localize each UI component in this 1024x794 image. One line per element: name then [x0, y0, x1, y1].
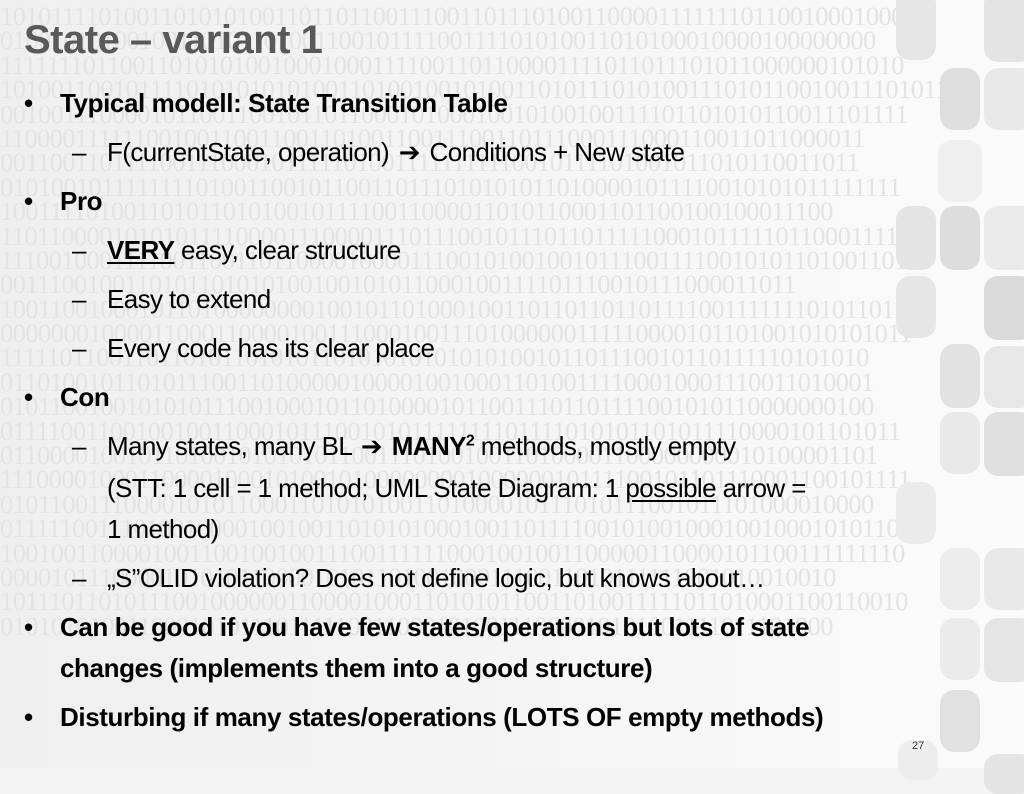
emphasis-text: MANY — [391, 431, 467, 461]
binary-watermark-line: 1001111010011010110101001011110011000011… — [0, 196, 833, 227]
sub-bullet-text: 1 method) — [107, 514, 219, 544]
bullet-text: changes (implements them into a good str… — [60, 653, 653, 683]
sub-bullet-item: – Many states, many BL ➔ MANY2 methods, m… — [72, 431, 736, 462]
right-arrow-icon: ➔ — [398, 137, 421, 167]
bullet-marker: • — [24, 612, 33, 642]
sub-bullet-continuation: (STT: 1 cell = 1 method; UML State Diagr… — [107, 473, 806, 504]
sub-bullet-item: – „S”OLID violation? Does not define logi… — [72, 563, 765, 594]
sub-bullet-item: – VERY easy, clear structure — [72, 235, 401, 266]
underlined-text: possible — [625, 473, 716, 503]
bullet-marker: • — [24, 702, 33, 732]
dash-marker: – — [72, 235, 86, 265]
dash-marker: – — [72, 431, 86, 461]
emphasis-text: VERY — [107, 235, 175, 265]
bullet-continuation: changes (implements them into a good str… — [60, 653, 653, 684]
bullet-marker: • — [24, 88, 33, 118]
sub-bullet-text: Every code has its clear place — [107, 333, 435, 363]
page-number: 27 — [912, 740, 925, 752]
bullet-item-pro: • Pro — [24, 186, 103, 217]
sub-bullet-text: Many states, many BL — [107, 431, 352, 461]
dash-marker: – — [72, 137, 86, 167]
bullet-text: Can be good if you have few states/opera… — [60, 612, 810, 642]
binary-watermark-line: 0101100100101010111001000101101000010110… — [0, 391, 874, 422]
bullet-text: Con — [60, 382, 110, 412]
sub-bullet-text: F(currentState, operation) — [107, 137, 390, 167]
dash-marker: – — [72, 563, 86, 593]
sub-bullet-continuation: 1 method) — [107, 514, 219, 545]
sub-bullet-text: „S”OLID violation? Does not define logic… — [107, 563, 765, 593]
bullet-text: Typical modell: State Transition Table — [60, 88, 508, 118]
superscript: 2 — [465, 432, 475, 450]
sub-bullet-text: easy, clear structure — [174, 235, 401, 265]
bullet-item: • Typical modell: State Transition Table — [24, 88, 508, 119]
bullet-item: • Can be good if you have few states/oper… — [24, 612, 810, 643]
sub-bullet-item: – Easy to extend — [72, 284, 271, 315]
sub-bullet-text: Conditions + New state — [429, 137, 685, 167]
right-arrow-icon: ➔ — [360, 431, 383, 461]
bullet-marker: • — [24, 186, 33, 216]
bullet-text: Pro — [60, 186, 103, 216]
dash-marker: – — [72, 333, 86, 363]
bullet-marker: • — [24, 382, 33, 412]
sub-bullet-text: Easy to extend — [107, 284, 271, 314]
sub-bullet-text: methods, mostly empty — [474, 431, 736, 461]
slide-title: State – variant 1 — [24, 18, 323, 62]
bullet-item-con: • Con — [24, 382, 110, 413]
sub-bullet-text: arrow = — [715, 473, 807, 503]
sub-bullet-item: – Every code has its clear place — [72, 333, 435, 364]
sub-bullet-text: (STT: 1 cell = 1 method; UML State Diagr… — [107, 473, 626, 503]
dash-marker: – — [72, 284, 86, 314]
bullet-text: Disturbing if many states/operations (LO… — [60, 702, 824, 732]
bullet-item: • Disturbing if many states/operations (L… — [24, 702, 824, 733]
sub-bullet-item: – F(currentState, operation) ➔ Conditions… — [72, 137, 685, 168]
